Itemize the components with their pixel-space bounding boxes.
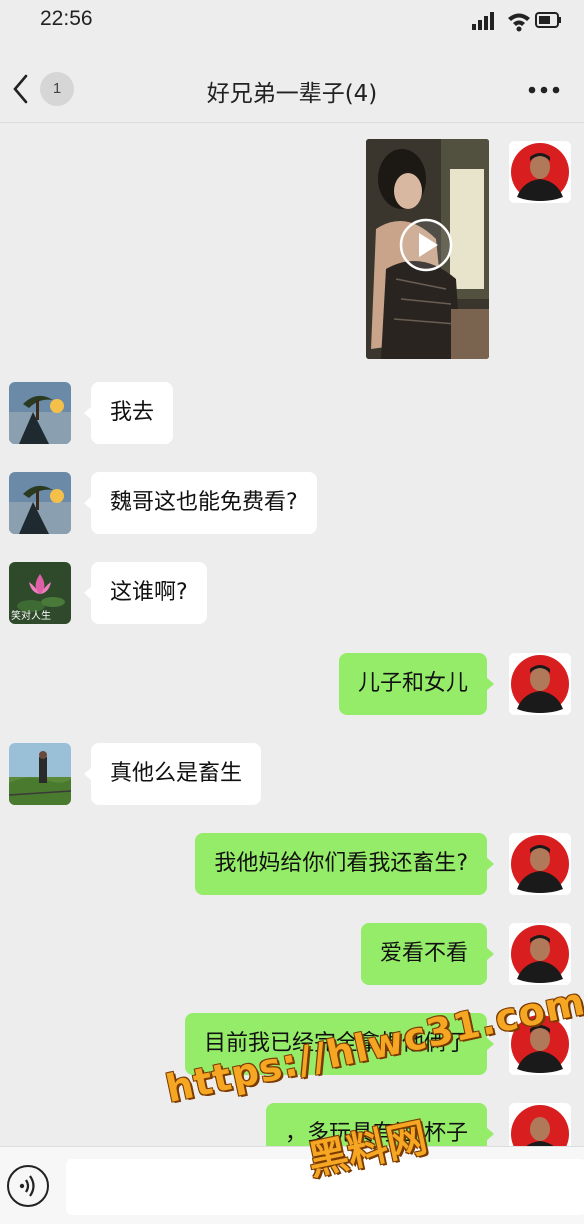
video-thumbnail bbox=[366, 139, 489, 359]
wifi-icon bbox=[508, 13, 530, 32]
message-bubble: 爱看不看 bbox=[360, 923, 495, 985]
message-bubble: 真他么是畜生 bbox=[83, 743, 262, 805]
video-message[interactable] bbox=[366, 139, 489, 359]
avatar-friend-field[interactable] bbox=[9, 743, 71, 805]
chat-header: 1 好兄弟一辈子(4) bbox=[0, 56, 584, 123]
avatar-self[interactable] bbox=[509, 653, 571, 715]
avatar-friend-pine[interactable] bbox=[9, 382, 71, 444]
more-icon bbox=[528, 86, 560, 94]
status-icons bbox=[472, 12, 561, 32]
message-input[interactable] bbox=[66, 1159, 584, 1215]
status-time: 22:56 bbox=[40, 7, 93, 30]
avatar-self[interactable] bbox=[509, 923, 571, 985]
avatar-caption: 笑对人生 bbox=[11, 611, 51, 622]
avatar-friend-lotus[interactable]: 笑对人生 bbox=[9, 562, 71, 624]
message-bubble: 目前我已经完全拿捏他俩了 bbox=[184, 1013, 495, 1075]
signal-icon bbox=[472, 12, 494, 30]
message-bubble: 我去 bbox=[83, 382, 174, 444]
chat-title: 好兄弟一辈子(4) bbox=[206, 81, 378, 107]
battery-icon bbox=[535, 12, 561, 28]
avatar-self[interactable] bbox=[509, 1013, 571, 1075]
message-bubble: 这谁啊? bbox=[84, 562, 207, 624]
input-bar bbox=[0, 1146, 584, 1224]
avatar-self[interactable] bbox=[509, 141, 571, 203]
voice-button[interactable] bbox=[7, 1165, 49, 1207]
message-bubble: 魏哥这也能免费看? bbox=[84, 472, 317, 534]
voice-icon bbox=[19, 1175, 35, 1197]
avatar-friend-pine[interactable] bbox=[9, 472, 71, 534]
more-button[interactable] bbox=[528, 79, 560, 99]
message-bubble: 儿子和女儿 bbox=[338, 653, 495, 715]
status-bar: 22:56 bbox=[0, 0, 584, 44]
message-bubble: 我他妈给你们看我还畜生? bbox=[195, 833, 494, 895]
avatar-self[interactable] bbox=[509, 833, 571, 895]
